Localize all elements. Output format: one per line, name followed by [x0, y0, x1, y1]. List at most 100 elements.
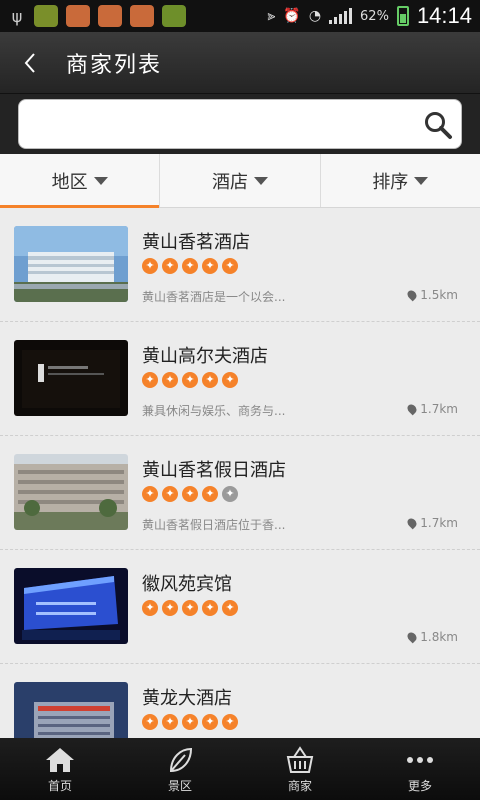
star-icon: ✦ — [182, 486, 198, 502]
star-icon: ✦ — [182, 372, 198, 388]
distance: 1.7km — [405, 402, 458, 416]
bottom-nav: 首页 景区 商家 更多 — [0, 738, 480, 800]
star-icon: ✦ — [142, 714, 158, 730]
distance-value: 1.7km — [420, 516, 458, 530]
search-icon[interactable] — [423, 110, 453, 140]
caret-down-icon — [93, 176, 108, 185]
star-icon: ✦ — [162, 714, 178, 730]
hotel-thumbnail — [14, 682, 128, 738]
rating-stars: ✦ ✦ ✦ ✦ ✦ — [142, 486, 238, 502]
item-name: 徽风苑宾馆 — [142, 574, 232, 595]
hotel-thumbnail — [14, 568, 128, 644]
filter-category[interactable]: 酒店 — [160, 154, 321, 207]
home-icon — [46, 747, 74, 772]
filter-label: 酒店 — [211, 171, 248, 193]
item-name: 黄山香茗酒店 — [142, 232, 250, 253]
item-name: 黄山高尔夫酒店 — [142, 346, 268, 367]
nav-merchant[interactable]: 商家 — [240, 738, 360, 800]
usb-icon: ψ — [11, 6, 23, 26]
distance-value: 1.8km — [420, 630, 458, 644]
location-pin-icon — [405, 288, 419, 302]
list-item[interactable]: 徽风苑宾馆 ✦ ✦ ✦ ✦ ✦ 1.8km — [0, 550, 480, 664]
distance: 1.8km — [405, 630, 458, 644]
list-item[interactable]: 黄山香茗假日酒店 ✦ ✦ ✦ ✦ ✦ 黄山香茗假日酒店位于香... 1.7km — [0, 436, 480, 550]
list-item[interactable]: 黄山香茗酒店 ✦ ✦ ✦ ✦ ✦ 黄山香茗酒店是一个以会... 1.5km — [0, 208, 480, 322]
location-pin-icon — [405, 630, 419, 644]
vibrate-icon: ⫸ — [267, 8, 276, 24]
nav-scenic[interactable]: 景区 — [120, 738, 240, 800]
battery-icon — [396, 6, 409, 26]
star-icon: ✦ — [202, 372, 218, 388]
star-icon: ✦ — [142, 600, 158, 616]
item-description: 黄山香茗假日酒店位于香... — [142, 518, 286, 532]
star-icon: ✦ — [222, 714, 238, 730]
star-icon: ✦ — [222, 258, 238, 274]
nav-label: 商家 — [287, 778, 312, 793]
filter-tabs: 地区 酒店 排序 — [0, 154, 480, 208]
nav-label: 首页 — [47, 778, 72, 793]
search-box — [18, 99, 462, 149]
star-icon: ✦ — [202, 600, 218, 616]
item-name: 黄龙大酒店 — [142, 688, 232, 709]
nav-home[interactable]: 首页 — [0, 738, 120, 800]
wifi-icon: ◔ — [308, 8, 322, 24]
list-item[interactable]: 黄龙大酒店 ✦ ✦ ✦ ✦ ✦ — [0, 664, 480, 738]
star-icon: ✦ — [222, 600, 238, 616]
leaf-icon — [169, 747, 193, 772]
location-pin-icon — [405, 402, 419, 416]
star-icon: ✦ — [222, 372, 238, 388]
more-icon — [407, 756, 433, 763]
hotel-thumbnail — [14, 340, 128, 416]
title-bar: 商家列表 — [0, 32, 480, 94]
star-icon: ✦ — [182, 600, 198, 616]
star-icon: ✦ — [202, 486, 218, 502]
filter-sort[interactable]: 排序 — [321, 154, 480, 207]
hotel-thumbnail — [14, 454, 128, 530]
star-icon: ✦ — [202, 258, 218, 274]
back-button[interactable] — [0, 32, 60, 94]
notification-icons: ψ — [8, 5, 186, 27]
star-icon: ✦ — [162, 600, 178, 616]
nav-label: 景区 — [167, 778, 192, 793]
app-notification-icon — [66, 5, 90, 27]
app-notification-icon — [98, 5, 122, 27]
location-pin-icon — [405, 516, 419, 530]
merchant-list: 黄山香茗酒店 ✦ ✦ ✦ ✦ ✦ 黄山香茗酒店是一个以会... 1.5km 黄山… — [0, 208, 480, 738]
caret-down-icon — [414, 176, 429, 185]
search-bar — [0, 94, 480, 154]
page-title: 商家列表 — [66, 52, 163, 78]
star-icon: ✦ — [162, 258, 178, 274]
rating-stars: ✦ ✦ ✦ ✦ ✦ — [142, 258, 238, 274]
app-notification-icon — [130, 5, 154, 27]
battery-percent: 62% — [360, 8, 389, 24]
distance: 1.7km — [405, 516, 458, 530]
item-name: 黄山香茗假日酒店 — [142, 460, 286, 481]
list-item[interactable]: 黄山高尔夫酒店 ✦ ✦ ✦ ✦ ✦ 兼具休闲与娱乐、商务与... 1.7km — [0, 322, 480, 436]
item-description: 黄山香茗酒店是一个以会... — [142, 290, 286, 304]
distance-value: 1.7km — [420, 402, 458, 416]
rating-stars: ✦ ✦ ✦ ✦ ✦ — [142, 714, 238, 730]
status-bar: ψ ⫸ ⏰ ◔ 62% 14:14 — [0, 0, 480, 32]
star-icon: ✦ — [182, 258, 198, 274]
filter-label: 地区 — [51, 171, 88, 193]
item-description: 兼具休闲与娱乐、商务与... — [142, 404, 286, 418]
search-input[interactable] — [19, 100, 461, 148]
rating-stars: ✦ ✦ ✦ ✦ ✦ — [142, 372, 238, 388]
app-notification-icon — [162, 5, 186, 27]
star-icon: ✦ — [202, 714, 218, 730]
nav-label: 更多 — [407, 778, 432, 793]
distance: 1.5km — [405, 288, 458, 302]
rating-stars: ✦ ✦ ✦ ✦ ✦ — [142, 600, 238, 616]
star-icon: ✦ — [182, 714, 198, 730]
star-icon: ✦ — [142, 258, 158, 274]
app-notification-icon — [34, 5, 58, 27]
alarm-icon: ⏰ — [283, 8, 301, 24]
star-icon: ✦ — [162, 372, 178, 388]
distance-value: 1.5km — [420, 288, 458, 302]
star-icon: ✦ — [142, 486, 158, 502]
star-icon: ✦ — [162, 486, 178, 502]
filter-region[interactable]: 地区 — [0, 154, 161, 208]
star-icon: ✦ — [142, 372, 158, 388]
nav-more[interactable]: 更多 — [360, 738, 480, 800]
hotel-thumbnail — [14, 226, 128, 302]
